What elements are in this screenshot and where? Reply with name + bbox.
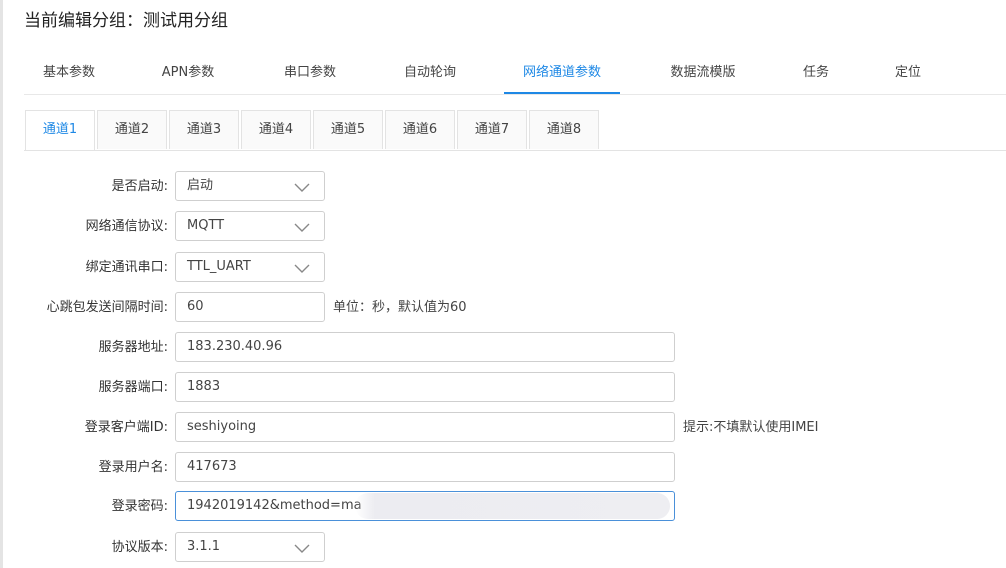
tab-location[interactable]: 定位 (878, 54, 938, 92)
row-serial-port: 绑定通讯串口: TTL_UART (0, 252, 1006, 284)
chevron-down-icon (294, 544, 310, 553)
chevron-down-icon (294, 264, 310, 273)
tab-channel-6[interactable]: 通道6 (385, 110, 455, 149)
row-enabled: 是否启动: 启动 (0, 171, 1006, 203)
client-id-input[interactable]: seshiyoing (175, 412, 675, 442)
redaction-blur (355, 493, 670, 519)
protocol-version-select[interactable]: 3.1.1 (175, 532, 325, 562)
enabled-select[interactable]: 启动 (175, 171, 325, 201)
serial-port-label: 绑定通讯串口: (85, 260, 168, 275)
channel-tab-bar: 通道1 通道2 通道3 通道4 通道5 通道6 通道7 通道8 (24, 110, 1006, 151)
row-server-port: 服务器端口: 1883 (0, 372, 1006, 404)
client-id-label: 登录客户端ID: (84, 420, 168, 435)
protocol-select[interactable]: MQTT (175, 211, 325, 241)
tab-serial-params[interactable]: 串口参数 (264, 54, 356, 92)
username-input[interactable]: 417673 (175, 452, 675, 482)
server-address-value: 183.230.40.96 (187, 339, 283, 354)
tab-channel-3[interactable]: 通道3 (169, 110, 239, 149)
enabled-value: 启动 (187, 178, 214, 193)
password-label: 登录密码: (111, 499, 168, 514)
server-address-label: 服务器地址: (98, 340, 168, 355)
client-id-value: seshiyoing (187, 419, 257, 434)
server-port-input[interactable]: 1883 (175, 372, 675, 402)
serial-port-select[interactable]: TTL_UART (175, 252, 325, 282)
row-username: 登录用户名: 417673 (0, 452, 1006, 484)
tab-auto-polling[interactable]: 自动轮询 (384, 54, 476, 92)
row-protocol-version: 协议版本: 3.1.1 (0, 532, 1006, 564)
server-port-value: 1883 (187, 379, 221, 394)
protocol-version-label: 协议版本: (111, 540, 168, 555)
password-value: 1942019142&method=ma (187, 498, 362, 513)
server-address-input[interactable]: 183.230.40.96 (175, 332, 675, 362)
serial-port-value: TTL_UART (187, 259, 251, 274)
heartbeat-label: 心跳包发送间隔时间: (46, 300, 168, 315)
row-server-address: 服务器地址: 183.230.40.96 (0, 332, 1006, 364)
tab-channel-7[interactable]: 通道7 (457, 110, 527, 149)
heartbeat-hint: 单位：秒，默认值为60 (333, 300, 467, 315)
client-id-hint: 提示:不填默认使用IMEI (683, 420, 819, 435)
chevron-down-icon (294, 223, 310, 232)
page-title: 当前编辑分组：测试用分组 (24, 11, 228, 31)
server-port-label: 服务器端口: (98, 380, 168, 395)
tab-channel-8[interactable]: 通道8 (529, 110, 599, 149)
protocol-version-value: 3.1.1 (187, 539, 221, 554)
tab-basic-params[interactable]: 基本参数 (24, 54, 114, 92)
chevron-down-icon (294, 183, 310, 192)
heartbeat-value: 60 (187, 299, 204, 314)
row-password: 登录密码: 1942019142&method=ma (0, 491, 1006, 523)
tab-apn-params[interactable]: APN参数 (142, 54, 234, 92)
tab-channel-1[interactable]: 通道1 (25, 110, 95, 150)
main-tab-bar: 基本参数 APN参数 串口参数 自动轮询 网络通道参数 数据流模版 任务 定位 (24, 54, 1006, 95)
tab-channel-2[interactable]: 通道2 (97, 110, 167, 149)
tab-channel-4[interactable]: 通道4 (241, 110, 311, 149)
tab-channel-5[interactable]: 通道5 (313, 110, 383, 149)
heartbeat-input[interactable]: 60 (175, 292, 325, 322)
username-value: 417673 (187, 459, 237, 474)
row-heartbeat: 心跳包发送间隔时间: 60 单位：秒，默认值为60 (0, 292, 1006, 324)
tab-network-channel-params[interactable]: 网络通道参数 (504, 54, 620, 94)
protocol-label: 网络通信协议: (85, 219, 168, 234)
protocol-value: MQTT (187, 218, 225, 233)
username-label: 登录用户名: (98, 460, 168, 475)
enabled-label: 是否启动: (111, 179, 168, 194)
row-client-id: 登录客户端ID: seshiyoing 提示:不填默认使用IMEI (0, 412, 1006, 444)
tab-dataflow-template[interactable]: 数据流模版 (654, 54, 752, 92)
row-protocol: 网络通信协议: MQTT (0, 211, 1006, 243)
tab-tasks[interactable]: 任务 (786, 54, 846, 92)
